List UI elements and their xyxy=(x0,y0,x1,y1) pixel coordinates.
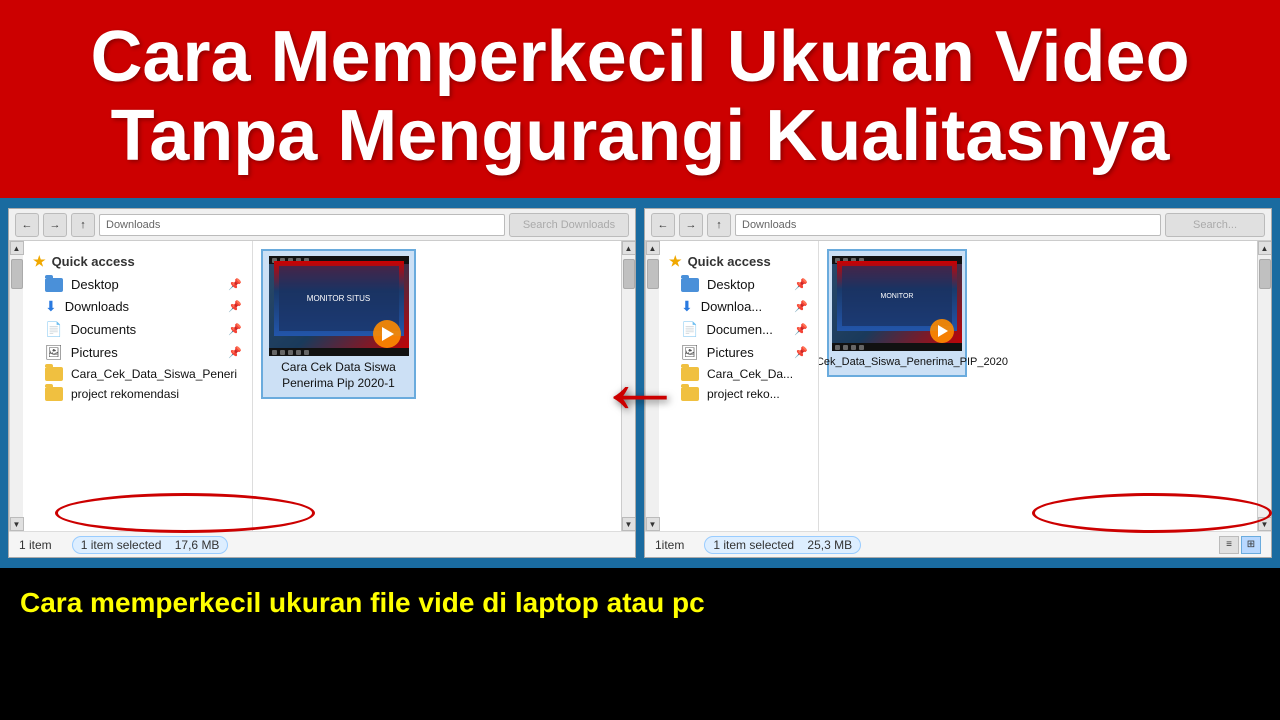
pin-icon-desktop-right: 📌 xyxy=(794,278,808,291)
title-line1: Cara Memperkecil Ukuran Video Tanpa Meng… xyxy=(30,18,1250,176)
film-strip-bottom-left xyxy=(269,348,409,356)
scroll-down-main-left[interactable]: ▼ xyxy=(622,517,636,531)
main-scrollbar-right[interactable]: ▲ ▼ xyxy=(1257,241,1271,531)
pin-icon-pictures-left: 📌 xyxy=(228,346,242,359)
right-video-thumb: MONITOR xyxy=(832,256,962,351)
right-file-thumbnail[interactable]: MONITOR Cara_Cek_Data_Si xyxy=(827,249,967,376)
downloads-arrow-icon-left: ⬇ xyxy=(45,298,57,315)
sidebar-item-pictures-left[interactable]: 🖼 Pictures 📌 xyxy=(23,341,252,364)
pin-icon-downloads-right: 📌 xyxy=(794,300,808,313)
scroll-thumb-main-left[interactable] xyxy=(623,259,635,289)
left-status-bar: 1 item 1 item selected 17,6 MB xyxy=(9,531,635,557)
pin-icon-desktop-left: 📌 xyxy=(228,278,242,291)
play-triangle-left xyxy=(382,327,394,341)
downloads-arrow-icon-right: ⬇ xyxy=(681,298,693,315)
forward-button[interactable]: → xyxy=(43,213,67,237)
scroll-up-main-right[interactable]: ▲ xyxy=(1258,241,1272,255)
left-sidebar: ★ Quick access Desktop 📌 ⬇ Downloads 📌 📄… xyxy=(23,241,253,531)
content-area: ← → ↑ Downloads Search Downloads ▲ ▼ ★ xyxy=(0,198,1280,568)
right-status-bar: 1item 1 item selected 25,3 MB ≡ ⊞ xyxy=(645,531,1271,557)
bottom-text: Cara memperkecil ukuran file vide di lap… xyxy=(20,587,705,619)
desktop-folder-icon-left xyxy=(45,278,63,292)
back-button[interactable]: ← xyxy=(15,213,39,237)
bottom-banner: Cara memperkecil ukuran file vide di lap… xyxy=(0,568,1280,638)
sidebar-item-downloads-left[interactable]: ⬇ Downloads 📌 xyxy=(23,295,252,318)
left-file-label: Cara Cek Data Siswa Penerima Pip 2020-1 xyxy=(268,360,409,391)
right-sidebar: ★ Quick access Desktop 📌 ⬇ Downloa... 📌 … xyxy=(659,241,819,531)
left-item-count: 1 item xyxy=(19,538,52,552)
scroll-down-left[interactable]: ▼ xyxy=(10,517,24,531)
sidebar-item-desktop-right[interactable]: Desktop 📌 xyxy=(659,274,818,295)
sidebar-item-pictures-right[interactable]: 🖼 Pictures 📌 xyxy=(659,341,818,364)
scroll-down-main-right[interactable]: ▼ xyxy=(1258,517,1272,531)
sidebar-item-cara-right[interactable]: Cara_Cek_Da... xyxy=(659,364,818,384)
scroll-thumb-main-right[interactable] xyxy=(1259,259,1271,289)
scroll-up-left[interactable]: ▲ xyxy=(10,241,24,255)
right-item-count: 1item xyxy=(655,538,684,552)
left-selected-status: 1 item selected 17,6 MB xyxy=(72,536,229,554)
left-explorer-window: ← → ↑ Downloads Search Downloads ▲ ▼ ★ xyxy=(8,208,636,558)
right-file-label: Cara_Cek_Data_Siswa_Penerima_PIP_2020 xyxy=(819,355,1008,369)
cara-folder-icon-left xyxy=(45,367,63,381)
pin-icon-pictures-right: 📌 xyxy=(794,346,808,359)
cara-folder-icon-right xyxy=(681,367,699,381)
documents-icon-left: 📄 xyxy=(45,321,62,338)
right-selected-status: 1 item selected 25,3 MB xyxy=(704,536,861,554)
film-strip-bottom-right xyxy=(832,343,962,351)
left-main-panel: MONITOR SITUS xyxy=(253,241,621,531)
scroll-up-main-left[interactable]: ▲ xyxy=(622,241,636,255)
pin-icon-downloads-left: 📌 xyxy=(228,300,242,313)
quick-access-star-right: ★ xyxy=(669,253,682,270)
address-bar-left[interactable]: Downloads xyxy=(99,214,505,236)
forward-button-right[interactable]: → xyxy=(679,213,703,237)
sidebar-item-documents-right[interactable]: 📄 Documen... 📌 xyxy=(659,318,818,341)
search-bar-right[interactable]: Search... xyxy=(1165,213,1265,237)
scroll-down-right[interactable]: ▼ xyxy=(646,517,660,531)
left-file-thumbnail[interactable]: MONITOR SITUS xyxy=(261,249,416,398)
pin-icon-documents-left: 📌 xyxy=(228,323,242,336)
project-folder-icon-left xyxy=(45,387,63,401)
desktop-folder-icon-right xyxy=(681,278,699,292)
scroll-up-right[interactable]: ▲ xyxy=(646,241,660,255)
right-explorer-window: ← → ↑ Downloads Search... ▲ ▼ ★ Quick xyxy=(644,208,1272,558)
quick-access-star-left: ★ xyxy=(33,253,46,270)
pictures-icon-right: 🖼 xyxy=(681,344,699,361)
left-explorer-body: ▲ ▼ ★ Quick access Desktop 📌 ⬇ Downloads xyxy=(9,241,635,531)
right-explorer-body: ▲ ▼ ★ Quick access Desktop 📌 ⬇ Downloa..… xyxy=(645,241,1271,531)
sidebar-item-downloads-right[interactable]: ⬇ Downloa... 📌 xyxy=(659,295,818,318)
scroll-thumb-left[interactable] xyxy=(11,259,23,289)
left-video-thumb: MONITOR SITUS xyxy=(269,256,409,356)
view-details-right[interactable]: ≡ xyxy=(1219,536,1239,554)
search-bar-left[interactable]: Search Downloads xyxy=(509,213,629,237)
play-button-left[interactable] xyxy=(373,320,401,348)
sidebar-item-project-left[interactable]: project rekomendasi xyxy=(23,384,252,404)
view-large-icons-right[interactable]: ⊞ xyxy=(1241,536,1261,554)
sidebar-scrollbar-right[interactable]: ▲ ▼ xyxy=(645,241,659,531)
title-banner: Cara Memperkecil Ukuran Video Tanpa Meng… xyxy=(0,0,1280,198)
sidebar-item-desktop-left[interactable]: Desktop 📌 xyxy=(23,274,252,295)
up-button-right[interactable]: ↑ xyxy=(707,213,731,237)
documents-icon-right: 📄 xyxy=(681,321,698,338)
address-bar-right[interactable]: Downloads xyxy=(735,214,1161,236)
view-icons-right: ≡ ⊞ xyxy=(1219,536,1261,554)
sidebar-item-documents-left[interactable]: 📄 Documents 📌 xyxy=(23,318,252,341)
sidebar-scrollbar-left[interactable]: ▲ ▼ xyxy=(9,241,23,531)
pin-icon-documents-right: 📌 xyxy=(794,323,808,336)
main-scrollbar-left[interactable]: ▲ ▼ xyxy=(621,241,635,531)
back-button-right[interactable]: ← xyxy=(651,213,675,237)
quick-access-right: ★ Quick access xyxy=(659,249,818,274)
sidebar-item-project-right[interactable]: project reko... xyxy=(659,384,818,404)
play-button-right[interactable] xyxy=(930,319,954,343)
scroll-thumb-right[interactable] xyxy=(647,259,659,289)
left-explorer-topbar: ← → ↑ Downloads Search Downloads xyxy=(9,209,635,241)
up-button[interactable]: ↑ xyxy=(71,213,95,237)
play-triangle-right xyxy=(938,325,948,337)
right-explorer-topbar: ← → ↑ Downloads Search... xyxy=(645,209,1271,241)
right-main-panel: MONITOR Cara_Cek_Data_Si xyxy=(819,241,1257,531)
pictures-icon-left: 🖼 xyxy=(45,344,63,361)
quick-access-left: ★ Quick access xyxy=(23,249,252,274)
sidebar-item-cara-left[interactable]: Cara_Cek_Data_Siswa_Peneri xyxy=(23,364,252,384)
project-folder-icon-right xyxy=(681,387,699,401)
